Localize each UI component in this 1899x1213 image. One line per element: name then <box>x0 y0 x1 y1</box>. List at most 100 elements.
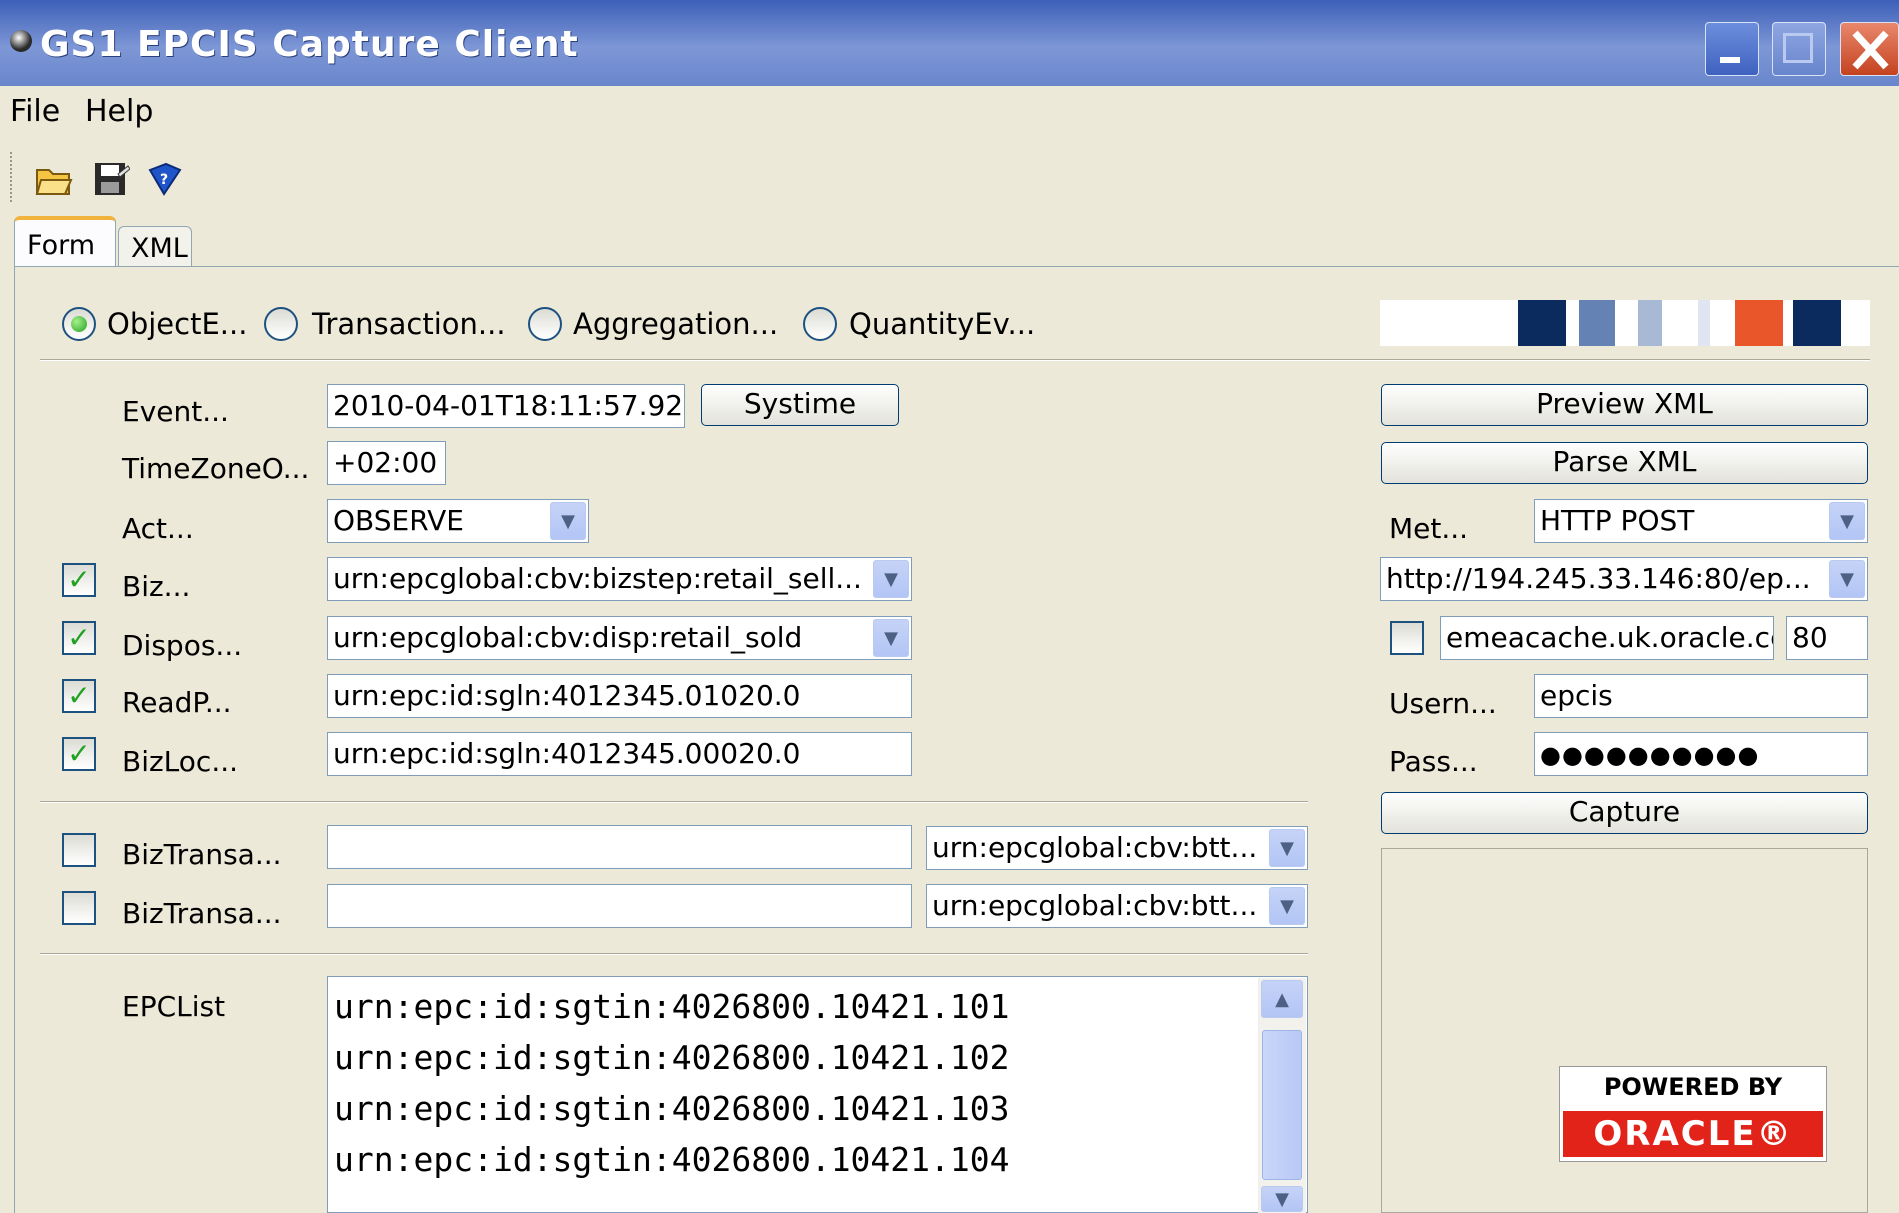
info-book-icon[interactable]: ? <box>146 160 184 198</box>
toolbar-grip[interactable] <box>10 152 14 202</box>
biztrans2-label: BizTransa... <box>122 897 282 930</box>
scroll-thumb[interactable] <box>1262 1030 1302 1180</box>
action-combo-value: OBSERVE <box>333 504 464 537</box>
radio-transaction-event-label[interactable]: Transaction... <box>312 307 506 341</box>
bizloc-label: BizLoc... <box>122 745 239 778</box>
method-combo-value: HTTP POST <box>1540 504 1695 537</box>
oracle-logo: POWERED BY ORACLE® <box>1559 1066 1827 1162</box>
preview-xml-button[interactable]: Preview XML <box>1381 384 1868 426</box>
capture-url-combo[interactable]: http://194.245.33.146:80/ep... ▼ <box>1380 557 1868 601</box>
bizstep-label: Biz... <box>122 570 191 603</box>
epclist-label: EPCList <box>122 990 226 1023</box>
brand-color-strip <box>1380 300 1870 346</box>
method-label: Met... <box>1389 512 1469 545</box>
epc-list-item: urn:epc:id:sgtin:4026800.10421.103 <box>334 1089 1010 1128</box>
readpoint-checkbox[interactable]: ✓ <box>62 679 96 713</box>
chevron-down-icon[interactable]: ▼ <box>1829 502 1865 540</box>
proxy-port-field[interactable]: 80 <box>1786 616 1868 660</box>
radio-aggregation-event[interactable] <box>528 307 562 341</box>
event-time-label: Event... <box>122 395 229 428</box>
epc-list-item: urn:epc:id:sgtin:4026800.10421.102 <box>334 1038 1010 1077</box>
capture-url-value: http://194.245.33.146:80/ep... <box>1386 562 1811 595</box>
readpoint-label: ReadP... <box>122 686 232 719</box>
maximize-button[interactable] <box>1772 22 1826 76</box>
window-title: GS1 EPCIS Capture Client <box>40 24 579 65</box>
brand-swatch <box>1735 300 1783 346</box>
scroll-down-icon[interactable]: ▼ <box>1261 1186 1303 1212</box>
parse-xml-button[interactable]: Parse XML <box>1381 442 1868 484</box>
proxy-host-field[interactable]: emeacache.uk.oracle.cc <box>1440 616 1774 660</box>
brand-swatch <box>1638 300 1662 346</box>
chevron-down-icon[interactable]: ▼ <box>1269 829 1305 867</box>
disposition-combo[interactable]: urn:epcglobal:cbv:disp:retail_sold ▼ <box>327 616 912 660</box>
epc-list-item: urn:epc:id:sgtin:4026800.10421.104 <box>334 1140 1010 1179</box>
bizstep-checkbox[interactable]: ✓ <box>62 563 96 597</box>
open-folder-icon[interactable] <box>35 160 73 198</box>
biztrans1-type-combo[interactable]: urn:epcglobal:cbv:btt... ▼ <box>926 826 1308 870</box>
radio-object-event[interactable] <box>62 307 96 341</box>
tab-form[interactable]: Form <box>14 216 116 273</box>
biztrans1-checkbox[interactable] <box>62 833 96 867</box>
password-field[interactable]: ●●●●●●●●●● <box>1534 732 1868 776</box>
bizloc-field[interactable]: urn:epc:id:sgln:4012345.00020.0 <box>327 732 912 776</box>
bizstep-combo[interactable]: urn:epcglobal:cbv:bizstep:retail_sell...… <box>327 557 912 601</box>
biztrans2-type-value: urn:epcglobal:cbv:btt... <box>932 889 1258 922</box>
chevron-down-icon[interactable]: ▼ <box>1829 560 1865 598</box>
separator <box>40 953 1308 955</box>
systime-button[interactable]: Systime <box>701 384 899 426</box>
menu-bar: File Help <box>0 86 1899 142</box>
bizstep-combo-value: urn:epcglobal:cbv:bizstep:retail_sell... <box>333 562 862 595</box>
oracle-wordmark: ORACLE® <box>1563 1111 1823 1157</box>
biztrans1-field[interactable] <box>327 825 912 869</box>
epc-list-item: urn:epc:id:sgtin:4026800.10421.101 <box>334 987 1010 1026</box>
menu-help[interactable]: Help <box>85 94 153 129</box>
save-icon[interactable] <box>92 160 131 198</box>
timezone-label: TimeZoneO... <box>122 452 310 485</box>
biztrans2-type-combo[interactable]: urn:epcglobal:cbv:btt... ▼ <box>926 884 1308 928</box>
biztrans2-field[interactable] <box>327 884 912 928</box>
radio-quantity-event-label[interactable]: QuantityEv... <box>849 307 1035 341</box>
menu-file[interactable]: File <box>10 94 60 129</box>
epclist-textarea[interactable]: urn:epc:id:sgtin:4026800.10421.101 urn:e… <box>327 976 1308 1213</box>
oracle-powered-by: POWERED BY <box>1603 1073 1783 1101</box>
timezone-field[interactable]: +02:00 <box>327 441 446 485</box>
minimize-icon <box>1720 57 1740 63</box>
chevron-down-icon[interactable]: ▼ <box>873 619 909 657</box>
chevron-down-icon[interactable]: ▼ <box>873 560 909 598</box>
scroll-up-icon[interactable]: ▲ <box>1261 980 1303 1018</box>
chevron-down-icon[interactable]: ▼ <box>1269 887 1305 925</box>
password-label: Pass... <box>1389 745 1478 778</box>
tab-xml[interactable]: XML <box>118 226 192 268</box>
disposition-combo-value: urn:epcglobal:cbv:disp:retail_sold <box>333 621 803 654</box>
method-combo[interactable]: HTTP POST ▼ <box>1534 499 1868 543</box>
brand-swatch <box>1793 300 1841 346</box>
disposition-checkbox[interactable]: ✓ <box>62 621 96 655</box>
toolbar: ? <box>0 142 1899 212</box>
capture-button[interactable]: Capture <box>1381 792 1868 834</box>
username-label: Usern... <box>1389 687 1497 720</box>
radio-aggregation-event-label[interactable]: Aggregation... <box>573 307 778 341</box>
chevron-down-icon[interactable]: ▼ <box>550 502 586 540</box>
readpoint-field[interactable]: urn:epc:id:sgln:4012345.01020.0 <box>327 674 912 718</box>
action-label: Act... <box>122 512 194 545</box>
brand-swatch <box>1698 300 1710 346</box>
proxy-checkbox[interactable] <box>1390 621 1424 655</box>
minimize-button[interactable] <box>1705 22 1759 76</box>
username-field[interactable]: epcis <box>1534 674 1868 718</box>
bizloc-checkbox[interactable]: ✓ <box>62 737 96 771</box>
maximize-icon <box>1783 33 1813 63</box>
event-time-field[interactable]: 2010-04-01T18:11:57.92 <box>327 384 685 428</box>
app-globe-icon <box>10 30 32 52</box>
brand-swatch <box>1579 300 1615 346</box>
biztrans2-checkbox[interactable] <box>62 891 96 925</box>
epclist-scrollbar[interactable]: ▲ ▼ <box>1258 978 1306 1213</box>
separator <box>40 801 1308 803</box>
radio-transaction-event[interactable] <box>264 307 298 341</box>
close-icon <box>1852 30 1889 70</box>
separator <box>40 359 1870 361</box>
close-button[interactable] <box>1840 22 1899 76</box>
biztrans1-type-value: urn:epcglobal:cbv:btt... <box>932 831 1258 864</box>
action-combo[interactable]: OBSERVE ▼ <box>327 499 589 543</box>
radio-quantity-event[interactable] <box>803 307 837 341</box>
radio-object-event-label[interactable]: ObjectE... <box>107 307 247 341</box>
